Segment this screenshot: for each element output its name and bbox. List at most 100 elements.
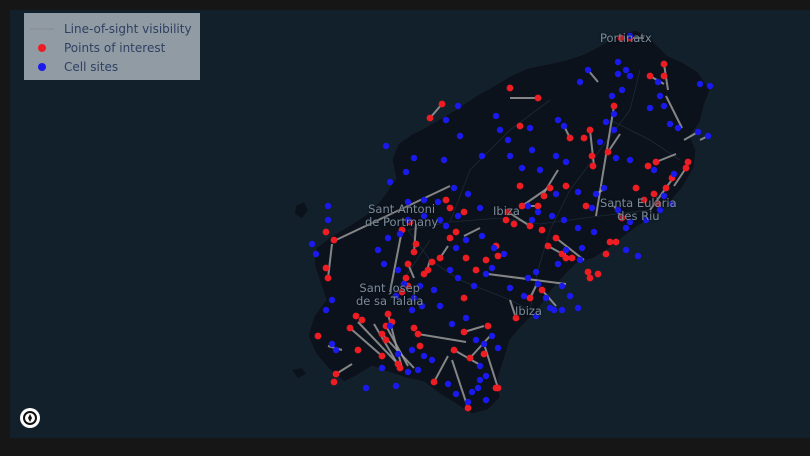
poi-marker[interactable] — [460, 294, 468, 302]
cell-site-marker[interactable] — [448, 320, 456, 328]
cell-site-marker[interactable] — [410, 294, 418, 302]
cell-site-marker[interactable] — [404, 198, 412, 206]
poi-marker[interactable] — [430, 378, 438, 386]
cell-site-marker[interactable] — [534, 280, 542, 288]
cell-site-marker[interactable] — [532, 268, 540, 276]
poi-marker[interactable] — [610, 102, 618, 110]
cell-site-marker[interactable] — [494, 344, 502, 352]
cell-site-marker[interactable] — [462, 314, 470, 322]
poi-marker[interactable] — [562, 182, 570, 190]
poi-marker[interactable] — [662, 184, 670, 192]
poi-marker[interactable] — [436, 254, 444, 262]
poi-marker[interactable] — [354, 346, 362, 354]
cell-site-marker[interactable] — [454, 274, 462, 282]
poi-marker[interactable] — [534, 94, 542, 102]
cell-site-marker[interactable] — [312, 250, 320, 258]
cell-site-marker[interactable] — [520, 292, 528, 300]
cell-site-marker[interactable] — [532, 312, 540, 320]
cell-site-marker[interactable] — [472, 336, 480, 344]
poi-marker[interactable] — [502, 216, 510, 224]
poi-marker[interactable] — [404, 260, 412, 268]
poi-marker[interactable] — [482, 256, 490, 264]
cell-site-marker[interactable] — [328, 340, 336, 348]
cell-site-marker[interactable] — [562, 158, 570, 166]
cell-site-marker[interactable] — [518, 164, 526, 172]
poi-marker[interactable] — [582, 202, 590, 210]
cell-site-marker[interactable] — [324, 216, 332, 224]
cell-site-marker[interactable] — [452, 244, 460, 252]
cell-site-marker[interactable] — [392, 382, 400, 390]
poi-marker[interactable] — [546, 184, 554, 192]
poi-marker[interactable] — [606, 238, 614, 246]
poi-marker[interactable] — [646, 72, 654, 80]
cell-site-marker[interactable] — [608, 92, 616, 100]
cell-site-marker[interactable] — [528, 146, 536, 154]
poi-marker[interactable] — [588, 152, 596, 160]
poi-marker[interactable] — [618, 214, 626, 222]
poi-marker[interactable] — [568, 254, 576, 262]
poi-marker[interactable] — [512, 314, 520, 322]
poi-marker[interactable] — [612, 238, 620, 246]
poi-marker[interactable] — [494, 252, 502, 260]
poi-marker[interactable] — [460, 328, 468, 336]
poi-marker[interactable] — [586, 126, 594, 134]
poi-marker[interactable] — [510, 220, 518, 228]
cell-site-marker[interactable] — [614, 70, 622, 78]
poi-marker[interactable] — [314, 332, 322, 340]
cell-site-marker[interactable] — [462, 236, 470, 244]
poi-marker[interactable] — [604, 148, 612, 156]
cell-site-marker[interactable] — [500, 250, 508, 258]
cell-site-marker[interactable] — [428, 356, 436, 364]
cell-site-marker[interactable] — [660, 102, 668, 110]
cell-site-marker[interactable] — [626, 72, 634, 80]
cell-site-marker[interactable] — [378, 364, 386, 372]
poi-marker[interactable] — [484, 322, 492, 330]
poi-marker[interactable] — [378, 330, 386, 338]
cell-site-marker[interactable] — [490, 244, 498, 252]
cell-site-marker[interactable] — [464, 398, 472, 406]
cell-site-marker[interactable] — [612, 154, 620, 162]
poi-marker[interactable] — [442, 196, 450, 204]
poi-marker[interactable] — [654, 200, 662, 208]
poi-marker[interactable] — [412, 240, 420, 248]
poi-marker[interactable] — [330, 378, 338, 386]
cell-site-marker[interactable] — [470, 282, 478, 290]
poi-marker[interactable] — [452, 228, 460, 236]
poi-marker[interactable] — [382, 336, 390, 344]
cell-site-marker[interactable] — [416, 282, 424, 290]
poi-marker[interactable] — [684, 158, 692, 166]
cell-site-marker[interactable] — [456, 132, 464, 140]
poi-marker[interactable] — [640, 196, 648, 204]
cell-site-marker[interactable] — [696, 80, 704, 88]
poi-marker[interactable] — [580, 134, 588, 142]
cell-site-marker[interactable] — [408, 346, 416, 354]
poi-marker[interactable] — [586, 274, 594, 282]
cell-site-marker[interactable] — [558, 282, 566, 290]
cell-site-marker[interactable] — [592, 190, 600, 198]
cell-site-marker[interactable] — [524, 274, 532, 282]
cell-site-marker[interactable] — [560, 122, 568, 130]
poi-marker[interactable] — [504, 208, 512, 216]
cell-site-marker[interactable] — [396, 230, 404, 238]
poi-marker[interactable] — [378, 352, 386, 360]
legend-item-line-of-sight[interactable]: Line-of-sight visibility — [24, 20, 200, 38]
poi-marker[interactable] — [420, 270, 428, 278]
cell-site-marker[interactable] — [554, 116, 562, 124]
cell-site-marker[interactable] — [562, 246, 570, 254]
cell-site-marker[interactable] — [476, 204, 484, 212]
poi-marker[interactable] — [538, 226, 546, 234]
cell-site-marker[interactable] — [444, 380, 452, 388]
poi-marker[interactable] — [460, 208, 468, 216]
cell-site-marker[interactable] — [324, 202, 332, 210]
poi-marker[interactable] — [322, 228, 330, 236]
poi-marker[interactable] — [566, 134, 574, 142]
poi-marker[interactable] — [480, 350, 488, 358]
cell-site-marker[interactable] — [656, 92, 664, 100]
cell-site-marker[interactable] — [576, 256, 584, 264]
cell-site-marker[interactable] — [614, 206, 622, 214]
poi-marker[interactable] — [584, 268, 592, 276]
poi-marker[interactable] — [352, 312, 360, 320]
cell-site-marker[interactable] — [526, 124, 534, 132]
cell-site-marker[interactable] — [602, 118, 610, 126]
cell-site-marker[interactable] — [420, 212, 428, 220]
